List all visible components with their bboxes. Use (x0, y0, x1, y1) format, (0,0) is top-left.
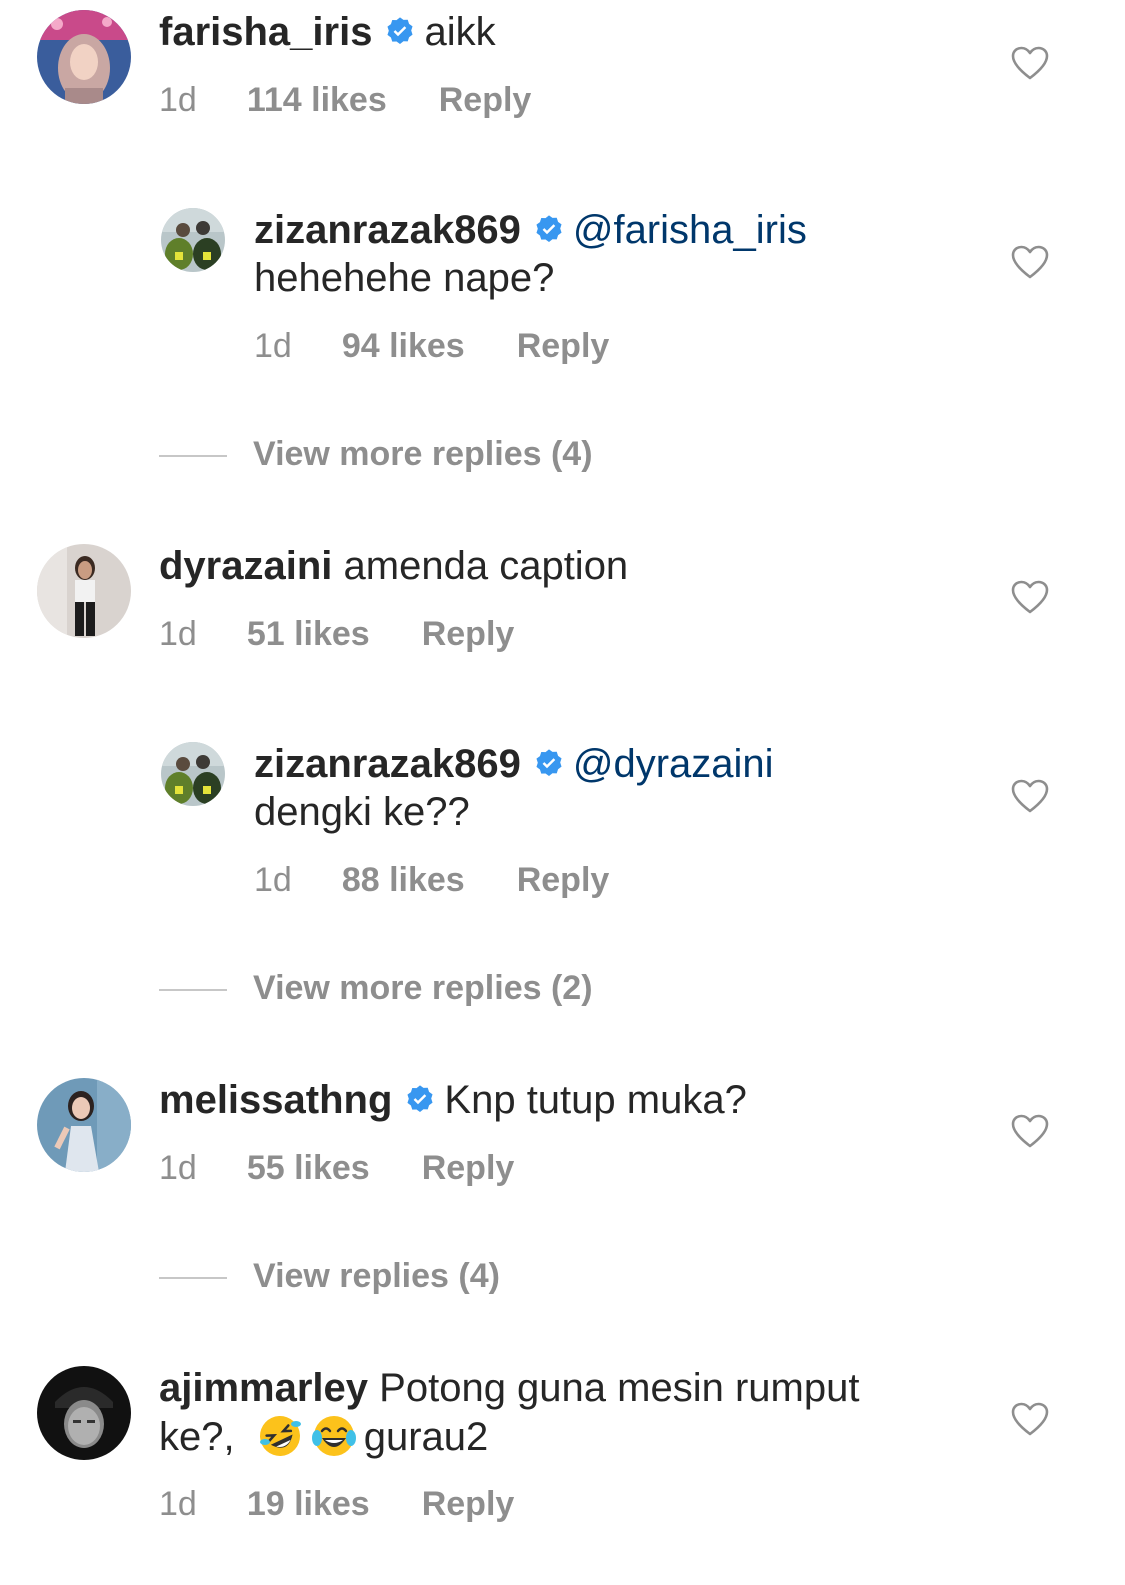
comment-time: 1d (159, 1485, 197, 1523)
reply-button[interactable]: Reply (422, 1484, 515, 1524)
heart-outline-icon[interactable] (1010, 1401, 1050, 1437)
comment-body: Potong guna mesin rumput (379, 1366, 860, 1410)
comment-item: ajimmarley Potong guna mesin rumput ke?,… (0, 0, 1125, 1585)
likes-count[interactable]: 19 likes (247, 1484, 370, 1524)
tears-of-joy-emoji (311, 1416, 356, 1456)
comment-text-line2: ke?, gurau2 (159, 1412, 488, 1461)
comment-meta: 1d 19 likes Reply (159, 1484, 514, 1524)
rolling-on-floor-laughing-emoji (259, 1416, 301, 1456)
comment-body-cont: ke?, (159, 1415, 235, 1459)
comment-text: ajimmarley Potong guna mesin rumput (159, 1364, 859, 1412)
avatar[interactable] (37, 1366, 131, 1460)
comment-username[interactable]: ajimmarley (159, 1366, 368, 1410)
comment-body-end: gurau2 (363, 1415, 489, 1459)
